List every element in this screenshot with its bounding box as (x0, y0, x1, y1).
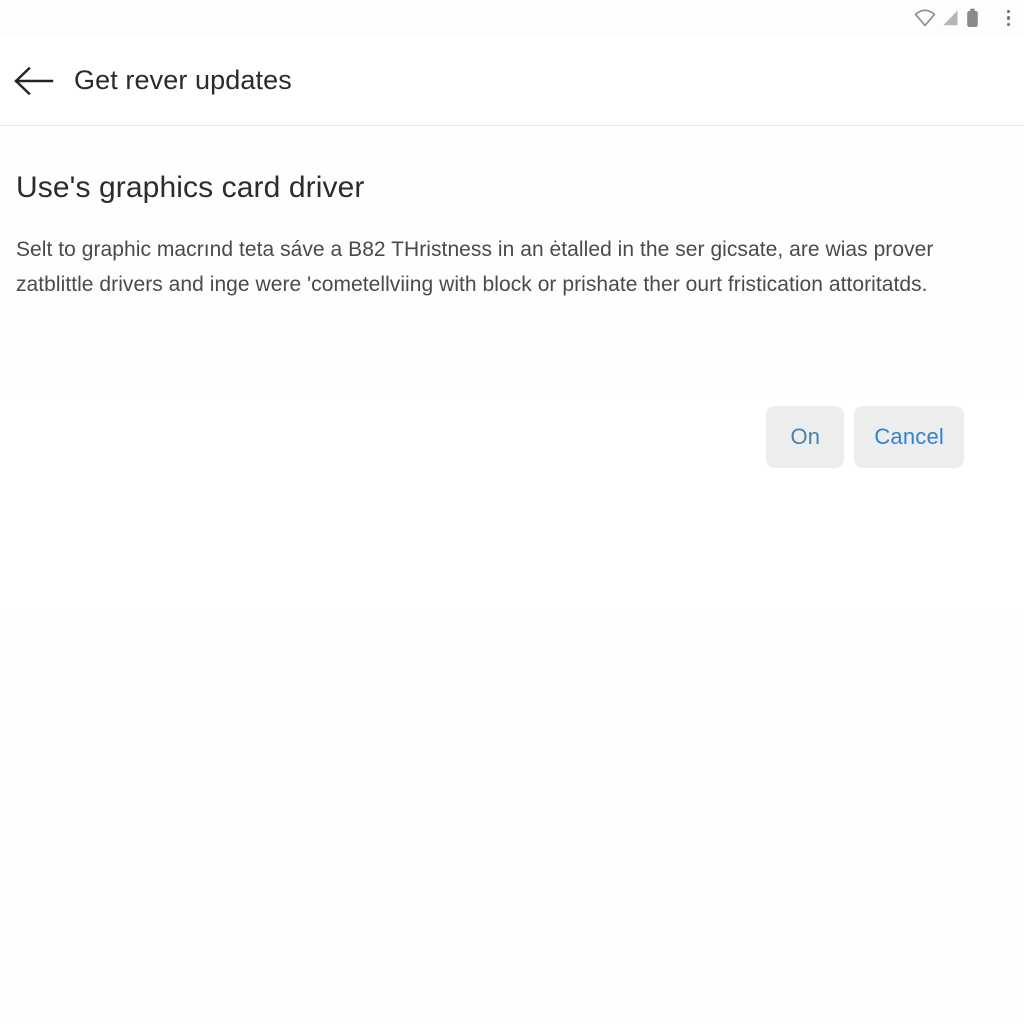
cancel-button[interactable]: Cancel (854, 406, 964, 468)
confirm-on-button[interactable]: On (766, 406, 845, 468)
status-bar (0, 0, 1024, 36)
back-button[interactable] (8, 55, 60, 107)
status-bar-icons (914, 8, 979, 28)
content-area: Use's graphics card driver Selt to graph… (0, 126, 1024, 1024)
overflow-dot (1006, 16, 1010, 20)
action-button-row: On Cancel (16, 406, 980, 468)
signal-icon (942, 9, 960, 27)
back-arrow-icon (14, 66, 54, 95)
overflow-dot (1006, 22, 1010, 27)
empty-space (16, 468, 980, 1024)
app-screen: Get rever updates Use's graphics card dr… (0, 0, 1024, 1024)
wifi-icon (914, 9, 936, 27)
battery-icon (966, 8, 979, 28)
description-text: Selt to graphic macrınd teta sáve a B82 … (16, 238, 934, 296)
overflow-menu-icon[interactable] (1001, 6, 1017, 31)
section-heading: Use's graphics card driver (16, 171, 365, 204)
app-header: Get rever updates (0, 36, 1024, 126)
overflow-dot (1006, 9, 1010, 14)
page-title: Get rever updates (74, 65, 292, 95)
